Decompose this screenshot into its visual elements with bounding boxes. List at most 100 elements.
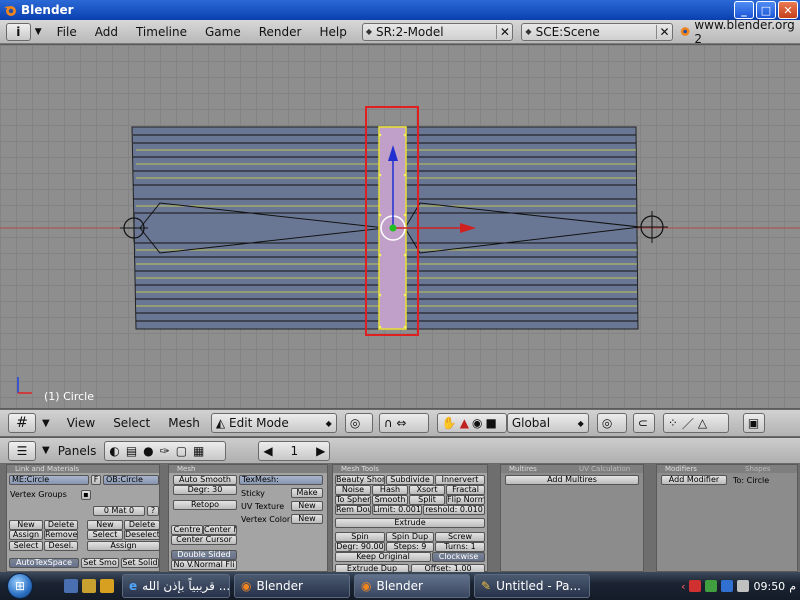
center-cursor-button[interactable]: Center Cursor bbox=[171, 535, 237, 545]
maximize-button[interactable]: □ bbox=[756, 1, 776, 19]
double-sided-toggle[interactable]: Double Sided bbox=[171, 550, 237, 560]
material-assign-button[interactable]: Assign bbox=[87, 541, 160, 551]
fake-user-button[interactable]: F bbox=[91, 475, 101, 485]
smooth-degree-field[interactable]: Degr: 30 bbox=[173, 485, 237, 495]
draw-type-selector[interactable]: ◎ bbox=[344, 413, 373, 433]
material-help-button[interactable]: ? bbox=[147, 506, 159, 516]
tray-app-icon[interactable] bbox=[689, 580, 702, 592]
vgroup-new-button[interactable]: New bbox=[9, 520, 43, 530]
split-button[interactable]: Split bbox=[409, 495, 445, 505]
delete-screen-icon[interactable]: ✕ bbox=[496, 24, 512, 39]
hand-icon[interactable]: ✋ bbox=[442, 416, 457, 430]
modifiers-tab[interactable]: Modifiers bbox=[665, 465, 697, 473]
folder-icon[interactable] bbox=[82, 579, 96, 593]
multires-tab[interactable]: Multires bbox=[509, 465, 537, 473]
vertex-color-new-button[interactable]: New bbox=[291, 514, 323, 524]
editor-type-info-button[interactable]: i bbox=[6, 22, 31, 41]
flip-normals-button[interactable]: Flip Norm bbox=[446, 495, 485, 505]
xsort-button[interactable]: Xsort bbox=[409, 485, 445, 495]
material-index-field[interactable]: 0 Mat 0 bbox=[93, 506, 145, 516]
vgroup-deselect-button[interactable]: Desel. bbox=[44, 541, 78, 551]
vgroup-delete-button[interactable]: Delete bbox=[44, 520, 78, 530]
screen-selector[interactable]: ◆ SR:2-Model ✕ bbox=[361, 22, 514, 41]
taskbar-item-blender-2[interactable]: ◉ Blender bbox=[354, 574, 470, 598]
noise-button[interactable]: Noise bbox=[335, 485, 371, 495]
remove-doubles-button[interactable]: Rem Dou bbox=[335, 505, 371, 515]
object-datablock-field[interactable]: OB:Circle bbox=[103, 475, 159, 485]
tray-app-icon[interactable] bbox=[705, 580, 718, 592]
logic-icon[interactable]: ◐ bbox=[109, 444, 119, 458]
mode-selector[interactable]: ◭ Edit Mode ◆ bbox=[210, 413, 337, 433]
scene-icon[interactable]: ▦ bbox=[193, 444, 204, 458]
language-icon[interactable]: ‹ bbox=[681, 580, 685, 593]
menu-file[interactable]: File bbox=[48, 25, 86, 39]
uv-calculation-tab[interactable]: UV Calculation bbox=[579, 465, 630, 473]
material-select-button[interactable]: Select bbox=[87, 530, 123, 540]
offset-field[interactable]: Offset: 1.00 bbox=[411, 564, 485, 572]
smooth-button[interactable]: Smooth bbox=[372, 495, 408, 505]
select-mode-buttons[interactable]: ⁘ ／ △ bbox=[662, 413, 729, 433]
uv-texture-new-button[interactable]: New bbox=[291, 501, 323, 511]
threshold-field[interactable]: reshold: 0.010 bbox=[423, 505, 485, 515]
rotate-icon[interactable]: ◉ bbox=[472, 416, 482, 430]
set-solid-button[interactable]: Set Solid bbox=[121, 558, 159, 568]
add-modifier-button[interactable]: Add Modifier bbox=[661, 475, 727, 485]
spin-degree-field[interactable]: Degr: 90.00 bbox=[335, 542, 385, 552]
vertex-select-icon[interactable]: ⁘ bbox=[668, 416, 678, 430]
scale-icon[interactable]: ■ bbox=[485, 416, 496, 430]
context-buttons[interactable]: ◐ ▤ ● ✑ ▢ ▦ bbox=[104, 440, 227, 461]
collapse-menu-icon[interactable]: ▼ bbox=[42, 418, 50, 429]
editor-type-3dview-button[interactable]: # bbox=[8, 413, 36, 433]
volume-icon[interactable] bbox=[737, 580, 750, 592]
object-icon[interactable]: ✑ bbox=[160, 444, 170, 458]
layer-selector[interactable]: ◎ bbox=[596, 413, 627, 433]
material-new-button[interactable]: New bbox=[87, 520, 123, 530]
frame-field[interactable]: ◀ 1 ▶ bbox=[258, 440, 331, 461]
delete-scene-icon[interactable]: ✕ bbox=[656, 24, 672, 39]
material-delete-button[interactable]: Delete bbox=[124, 520, 160, 530]
arrow-left-icon[interactable]: ◀ bbox=[263, 444, 272, 458]
quicklaunch-app-icon[interactable] bbox=[100, 579, 114, 593]
sticky-make-button[interactable]: Make bbox=[291, 488, 323, 498]
proportional-edit-button[interactable]: ⊂ bbox=[632, 413, 655, 433]
material-deselect-button[interactable]: Deselect bbox=[124, 530, 160, 540]
menu-help[interactable]: Help bbox=[310, 25, 355, 39]
close-button[interactable]: ✕ bbox=[778, 1, 798, 19]
turns-field[interactable]: Turns: 1 bbox=[435, 542, 485, 552]
shapes-tab[interactable]: Shapes bbox=[745, 465, 771, 473]
no-vnormal-flip-toggle[interactable]: No V.Normal Fli bbox=[171, 560, 237, 570]
vertex-group-menu-button[interactable]: ▪ bbox=[81, 490, 91, 500]
pivot-selector[interactable]: ∩ ⇔ bbox=[378, 413, 429, 433]
vgroup-remove-button[interactable]: Remove bbox=[44, 530, 78, 540]
fractal-button[interactable]: Fractal bbox=[446, 485, 485, 495]
vgroup-assign-button[interactable]: Assign bbox=[9, 530, 43, 540]
panels-menu[interactable]: Panels bbox=[58, 444, 97, 458]
set-smooth-button[interactable]: Set Smo bbox=[81, 558, 119, 568]
edge-select-icon[interactable]: ／ bbox=[682, 415, 694, 432]
menu-add[interactable]: Add bbox=[86, 25, 127, 39]
subdivide-button[interactable]: Subdivide bbox=[386, 475, 434, 485]
menu-view[interactable]: View bbox=[58, 416, 104, 430]
menu-select[interactable]: Select bbox=[104, 416, 159, 430]
minimize-button[interactable]: _ bbox=[734, 1, 754, 19]
innervert-button[interactable]: Innervert bbox=[435, 475, 485, 485]
website-link[interactable]: www.blender.org 2 bbox=[679, 18, 800, 46]
start-button[interactable]: ⊞ bbox=[0, 572, 40, 600]
taskbar-item-blender-1[interactable]: ◉ Blender bbox=[234, 574, 350, 598]
render-preview-button[interactable]: ▣ bbox=[742, 413, 765, 433]
scene-selector[interactable]: ◆ SCE:Scene ✕ bbox=[521, 22, 674, 41]
texmesh-field[interactable]: TexMesh: bbox=[239, 475, 323, 485]
limit-field[interactable]: Limit: 0.001 bbox=[372, 505, 422, 515]
translate-icon[interactable]: ▲ bbox=[460, 416, 469, 430]
viewport-canvas[interactable] bbox=[0, 45, 800, 408]
collapse-menu-icon[interactable]: ▼ bbox=[35, 27, 42, 37]
3d-viewport[interactable]: (1) Circle bbox=[0, 45, 800, 408]
extrude-dup-button[interactable]: Extrude Dup bbox=[335, 564, 409, 572]
mesh-datablock-field[interactable]: ME:Circle bbox=[9, 475, 89, 485]
show-desktop-icon[interactable] bbox=[64, 579, 78, 593]
spin-button[interactable]: Spin bbox=[335, 532, 385, 542]
clock-time[interactable]: 09:50 bbox=[753, 580, 785, 593]
vgroup-select-button[interactable]: Select bbox=[9, 541, 43, 551]
network-icon[interactable] bbox=[721, 580, 734, 592]
to-sphere-button[interactable]: To Spher bbox=[335, 495, 371, 505]
